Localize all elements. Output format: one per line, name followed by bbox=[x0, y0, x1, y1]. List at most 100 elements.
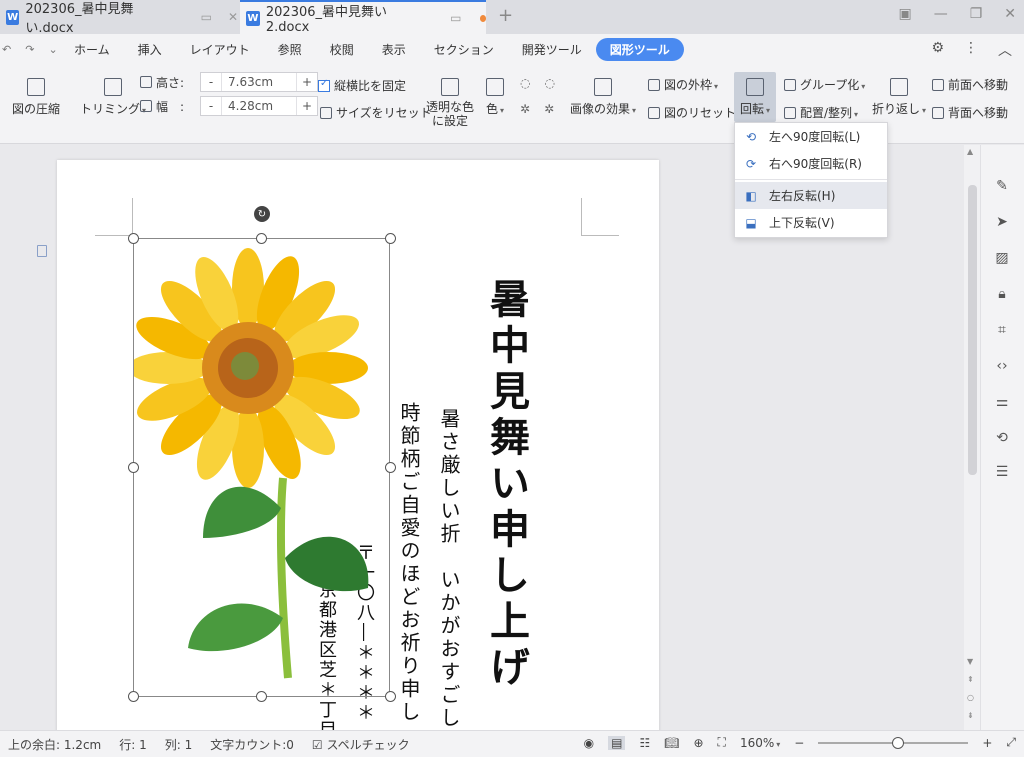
outline-button[interactable]: 図の外枠 bbox=[648, 76, 718, 93]
zoom-in-icon[interactable]: + bbox=[982, 736, 992, 750]
menu-developer[interactable]: 開発ツール bbox=[508, 41, 596, 58]
rotate-button[interactable]: 回転 bbox=[734, 72, 776, 122]
image-effect-button[interactable]: 画像の効果 bbox=[570, 78, 636, 117]
width-decrement-button[interactable]: - bbox=[201, 99, 221, 113]
collapse-ribbon-icon[interactable]: ︿ bbox=[998, 40, 1012, 60]
zoom-out-icon[interactable]: − bbox=[794, 736, 804, 750]
menu-references[interactable]: 参照 bbox=[264, 41, 316, 58]
select-browse-object-icon[interactable]: ○ bbox=[967, 693, 974, 702]
resize-handle-right[interactable] bbox=[385, 462, 396, 473]
reset-image-button[interactable]: 図のリセット bbox=[648, 104, 736, 121]
spell-check-button[interactable]: ☑ スペルチェック bbox=[312, 736, 410, 753]
document-tab-1[interactable]: W 202306_暑中見舞い.docx ▭ ✕ bbox=[0, 0, 238, 36]
picture-icon[interactable]: ▨ bbox=[993, 249, 1011, 267]
flip-vertical-item[interactable]: ⬓ 上下反転(V) bbox=[735, 209, 887, 236]
menu-layout[interactable]: レイアウト bbox=[176, 41, 264, 58]
resize-handle-top-left[interactable] bbox=[128, 233, 139, 244]
close-tab-icon[interactable]: ✕ bbox=[228, 10, 238, 24]
document-tab-2[interactable]: W 202306_暑中見舞い2.docx ▭ bbox=[240, 0, 486, 35]
outline-icon bbox=[648, 78, 660, 91]
history-icon[interactable]: ⟲ bbox=[993, 429, 1011, 447]
reading-view-icon[interactable]: 📖︎ bbox=[664, 736, 679, 750]
trim-button[interactable]: トリミング bbox=[80, 78, 146, 117]
bring-forward-button[interactable]: 前面へ移動 bbox=[932, 76, 1008, 93]
group-button[interactable]: グループ化 bbox=[784, 76, 865, 93]
lock-ratio-checkbox[interactable]: 縦横比を固定 bbox=[318, 77, 406, 94]
screen-icon[interactable]: ▭ bbox=[450, 11, 461, 25]
previous-page-icon[interactable]: ⇞ bbox=[967, 675, 974, 684]
page-view-icon[interactable]: ▤ bbox=[608, 735, 626, 750]
redo-icon[interactable]: ↷ bbox=[25, 43, 34, 56]
status-word-count[interactable]: 文字カウント:0 bbox=[210, 736, 294, 753]
transparent-color-icon bbox=[441, 78, 459, 96]
select-cursor-icon[interactable]: ➤ bbox=[993, 213, 1011, 231]
close-window-icon[interactable]: ✕ bbox=[1004, 6, 1016, 22]
menu-insert[interactable]: 挿入 bbox=[124, 41, 176, 58]
more-options-icon[interactable]: ⋮ bbox=[964, 40, 978, 60]
next-page-icon[interactable]: ⇟ bbox=[967, 711, 974, 720]
rotate-right-90-item[interactable]: ⟳ 右へ90度回転(R) bbox=[735, 150, 887, 177]
paragraph-anchor-icon[interactable] bbox=[37, 245, 47, 257]
width-stepper[interactable]: - 4.28cm + bbox=[200, 96, 318, 116]
outline-view-icon[interactable]: ☷ bbox=[639, 736, 650, 750]
height-increment-button[interactable]: + bbox=[297, 75, 317, 89]
customize-chevron-icon[interactable]: ⌄ bbox=[48, 43, 57, 56]
send-backward-button[interactable]: 背面へ移動 bbox=[932, 104, 1008, 121]
resize-handle-top[interactable] bbox=[256, 233, 267, 244]
account-icon[interactable]: ▣ bbox=[898, 6, 911, 22]
menu-review[interactable]: 校閲 bbox=[316, 41, 368, 58]
width-value[interactable]: 4.28cm bbox=[221, 97, 297, 115]
compress-image-button[interactable]: 図の圧縮 bbox=[12, 78, 60, 117]
height-value[interactable]: 7.63cm bbox=[221, 73, 297, 91]
menu-home[interactable]: ホーム bbox=[60, 41, 124, 58]
resize-handle-bottom-left[interactable] bbox=[128, 691, 139, 702]
width-increment-button[interactable]: + bbox=[297, 99, 317, 113]
scrollbar-thumb[interactable] bbox=[968, 185, 977, 475]
contrast-down-icon[interactable]: ◌ bbox=[544, 76, 554, 90]
resize-handle-bottom-right[interactable] bbox=[385, 691, 396, 702]
set-transparent-color-button[interactable]: 透明な色 に設定 bbox=[426, 78, 474, 128]
resize-handle-bottom[interactable] bbox=[256, 691, 267, 702]
resize-handle-left[interactable] bbox=[128, 462, 139, 473]
window-restore-icon[interactable]: ▭ bbox=[201, 10, 212, 24]
scroll-up-icon[interactable]: ▲ bbox=[967, 147, 973, 156]
rotate-left-90-item[interactable]: ⟲ 左へ90度回転(L) bbox=[735, 123, 887, 150]
code-icon[interactable]: ‹› bbox=[993, 357, 1011, 375]
zoom-slider[interactable] bbox=[818, 736, 969, 749]
fit-page-icon[interactable]: ⛶ bbox=[718, 735, 726, 750]
adjust-sliders-icon[interactable]: ⚌ bbox=[993, 393, 1011, 411]
align-button[interactable]: 配置/整列 bbox=[784, 104, 858, 121]
edit-pen-icon[interactable]: ✎ bbox=[993, 177, 1011, 195]
undo-icon[interactable]: ↶ bbox=[2, 43, 11, 56]
contrast-up-icon[interactable]: ◌ bbox=[520, 76, 530, 90]
wrap-icon bbox=[890, 78, 909, 96]
rotate-handle-icon[interactable]: ↻ bbox=[254, 206, 270, 222]
zoom-slider-knob[interactable] bbox=[892, 736, 905, 749]
height-stepper[interactable]: - 7.63cm + bbox=[200, 72, 318, 92]
brightness-up-icon[interactable]: ✲ bbox=[520, 102, 530, 116]
new-tab-plus-icon[interactable]: + bbox=[498, 5, 513, 26]
scroll-down-icon[interactable]: ▼ bbox=[967, 657, 973, 666]
flip-horizontal-item[interactable]: ◧ 左右反転(H) bbox=[735, 182, 887, 209]
vertical-scrollbar[interactable]: ▲ ▼ ⇞ ○ ⇟ bbox=[964, 145, 980, 730]
wrap-button[interactable]: 折り返し bbox=[872, 78, 926, 117]
code-block-icon[interactable]: ⌗ bbox=[993, 321, 1011, 339]
zoom-level[interactable]: 160% bbox=[740, 736, 780, 750]
reset-size-button[interactable]: サイズをリセット bbox=[320, 104, 432, 121]
fullscreen-icon[interactable]: ⤢ bbox=[1006, 735, 1016, 750]
resize-handle-top-right[interactable] bbox=[385, 233, 396, 244]
document-page[interactable]: 暑中見舞い申し上げ 暑さ厳しい折 いかがおすごし 時節柄ご自愛のほどお祈り申し … bbox=[57, 160, 659, 730]
height-decrement-button[interactable]: - bbox=[201, 75, 221, 89]
lock-icon[interactable]: 🔒︎ bbox=[993, 285, 1011, 303]
outline-list-icon[interactable]: ☰ bbox=[993, 463, 1011, 481]
menu-section[interactable]: セクション bbox=[420, 41, 508, 58]
minimize-icon[interactable]: — bbox=[934, 6, 948, 22]
brightness-down-icon[interactable]: ✲ bbox=[544, 102, 554, 116]
menu-picture-tools[interactable]: 図形ツール bbox=[595, 37, 684, 61]
settings-gear-icon[interactable]: ⚙ bbox=[931, 40, 944, 60]
web-view-icon[interactable]: ⊕ bbox=[693, 736, 703, 750]
menu-view[interactable]: 表示 bbox=[368, 41, 420, 58]
color-button[interactable]: 色 bbox=[486, 78, 505, 117]
eye-protection-icon[interactable]: ◉ bbox=[584, 736, 594, 750]
maximize-icon[interactable]: ❐ bbox=[970, 6, 983, 22]
